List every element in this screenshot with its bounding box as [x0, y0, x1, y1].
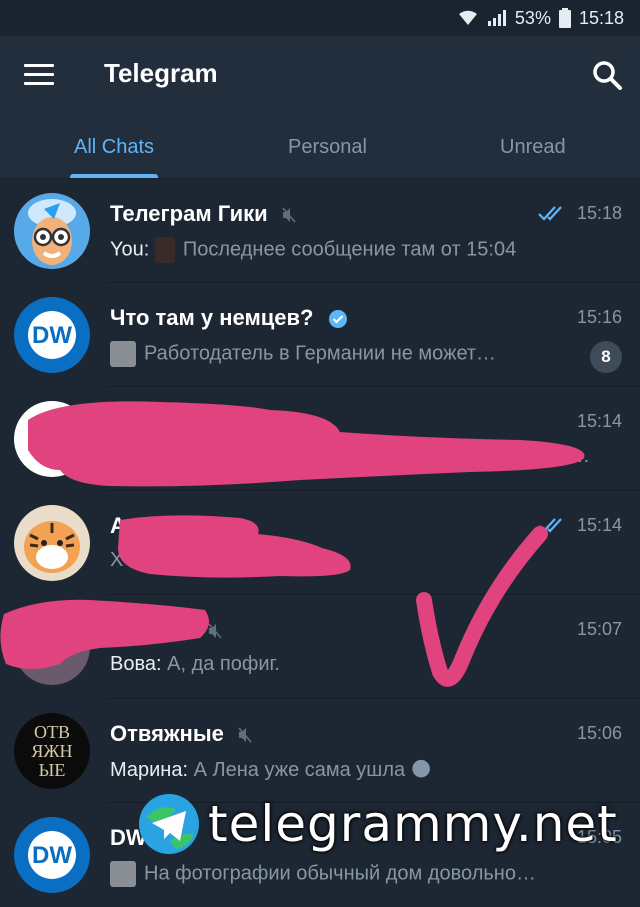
tab-personal[interactable]: Personal — [288, 116, 367, 178]
avatar-text-line: ЫЕ — [38, 760, 66, 780]
chat-time: 15:16 — [576, 307, 622, 327]
chat-time: 15:06 — [576, 723, 622, 743]
double-check-icon — [538, 518, 562, 533]
tab-all-chats[interactable]: All Chats — [70, 116, 159, 178]
redacted-avatar — [14, 609, 90, 685]
chat-preview: Вова: А, да пофиг. — [110, 653, 280, 675]
avatar-text-line: ОТВ — [34, 722, 70, 742]
tab-unread[interactable]: Unread — [500, 116, 566, 178]
otvyazhnye-text-avatar: ОТВ ЯЖН ЫЕ — [14, 713, 90, 789]
muted-icon — [282, 207, 296, 223]
chat-row-tiger[interactable]: Ал 15:14 Х — [0, 491, 640, 595]
watermark: telegrammy.net — [136, 786, 618, 862]
redacted-avatar — [14, 401, 90, 477]
chat-row-redacted-2[interactable]: 15:07 Вова: А, да пофиг. — [0, 595, 640, 699]
tiger-avatar — [14, 505, 90, 581]
geek-cartoon-avatar — [14, 193, 90, 269]
clock: 15:18 — [578, 7, 624, 28]
tab-label: All Chats — [74, 136, 155, 158]
tab-label: Unread — [500, 136, 566, 158]
muted-icon — [208, 623, 222, 639]
chat-preview: Марина: А Лена уже сама ушла 🌑 — [110, 759, 432, 781]
chat-time: 15:07 — [576, 619, 622, 639]
chat-row-telegram-geeks[interactable]: Телеграм Гики 15:18 You: Последнее сообщ… — [0, 179, 640, 283]
dw-logo-text: DW — [32, 842, 72, 869]
message-thumbnail — [110, 341, 136, 367]
hamburger-menu-icon[interactable] — [24, 64, 54, 88]
message-thumbnail — [154, 237, 175, 263]
muted-icon — [238, 727, 252, 743]
chat-name: Ал — [110, 513, 140, 538]
folder-tabs: All Chats Personal Unread — [0, 116, 640, 179]
dw-logo-avatar: DW — [14, 817, 90, 893]
signal-icon — [487, 10, 506, 26]
dw-logo-avatar: DW — [14, 297, 90, 373]
chat-name — [200, 617, 222, 643]
chat-row-redacted-1[interactable]: 15:14 … — [0, 387, 640, 491]
search-icon[interactable] — [590, 58, 624, 92]
battery-icon — [558, 8, 571, 28]
unread-badge: 8 — [590, 341, 622, 373]
chat-name: Что там у немцев? — [110, 305, 348, 331]
battery-percent: 53% — [514, 7, 551, 28]
double-check-icon — [538, 206, 562, 221]
chat-time: 15:14 — [576, 411, 622, 431]
message-thumbnail — [110, 861, 136, 887]
watermark-text: telegrammy.net — [208, 795, 618, 853]
chat-preview: На фотографии обычный дом довольно… — [110, 861, 536, 887]
chat-time: 15:14 — [576, 515, 622, 535]
telegram-globe-icon — [139, 794, 199, 854]
chat-name: Телеграм Гики — [110, 201, 296, 227]
chat-preview: … — [570, 445, 590, 467]
chat-name: Отвяжные — [110, 721, 252, 747]
status-bar: 53% 15:18 — [0, 0, 640, 36]
wifi-icon — [458, 10, 477, 25]
active-tab-indicator — [70, 174, 159, 178]
app-bar: Telegram — [0, 36, 640, 116]
chat-preview: Х — [110, 549, 124, 571]
chat-row-germans[interactable]: DW Что там у немцев? 15:16 Работодатель … — [0, 283, 640, 387]
chat-preview: Работодатель в Германии не может… — [110, 341, 496, 367]
app-title: Telegram — [104, 58, 218, 88]
chat-time: 15:18 — [576, 203, 622, 223]
avatar-text-line: ЯЖН — [31, 741, 73, 761]
tab-label: Personal — [288, 136, 367, 158]
verified-icon — [328, 310, 347, 329]
chat-preview: You: Последнее сообщение там от 15:04 — [110, 237, 516, 263]
dw-logo-text: DW — [32, 322, 72, 349]
